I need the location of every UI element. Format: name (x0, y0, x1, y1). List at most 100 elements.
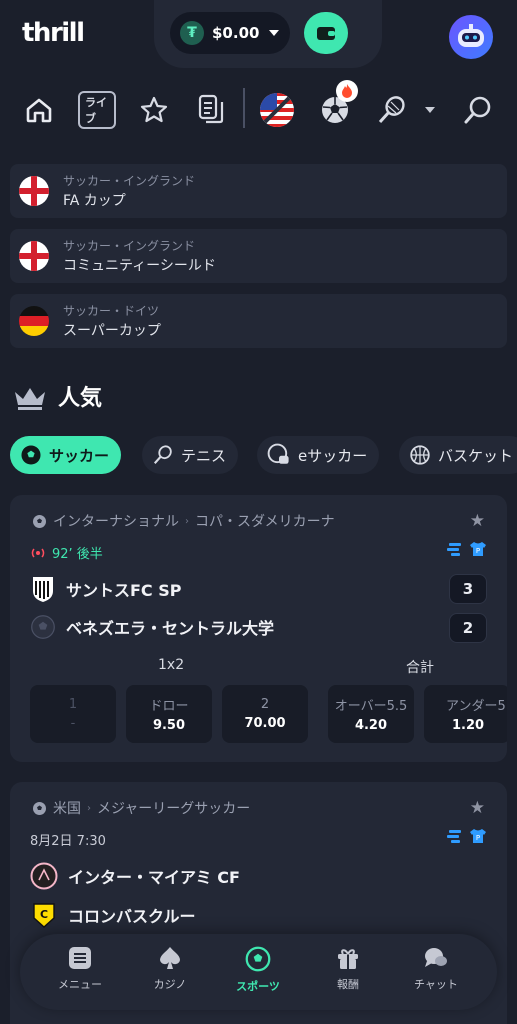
svg-text:C: C (40, 908, 48, 921)
stats-icon (447, 543, 461, 556)
sportsbook-page: thrill ₮ $0.00 ライブ サッカー・イングランド FA カップ サッ… (0, 0, 517, 1024)
breadcrumb-separator: › (185, 515, 189, 527)
bottom-nav-casino[interactable]: カジノ (130, 946, 210, 992)
bottom-nav: メニュー カジノ スポーツ 報酬 チャット (20, 934, 497, 1010)
match-status: 92’ 後半 (52, 547, 103, 562)
odds-button-away[interactable]: 2 70.00 (222, 685, 308, 743)
home-score: 3 (449, 574, 487, 604)
bottom-nav-chat[interactable]: チャット (396, 946, 476, 992)
gift-icon (338, 949, 358, 969)
sport-tab-label: テニス (181, 446, 227, 465)
soccer-ball-icon (33, 801, 46, 815)
nav-more-dropdown[interactable] (422, 92, 438, 128)
bottom-nav-label: 報酬 (337, 978, 359, 991)
competition-item[interactable]: サッカー・ドイツ スーパーカップ (10, 294, 507, 348)
germany-flag-icon (19, 306, 49, 336)
home-icon (26, 98, 52, 123)
home-team-name: インター・マイアミ CF (68, 868, 240, 887)
odds-label: アンダー5.5 (446, 699, 507, 714)
search-icon (464, 96, 491, 124)
menu-icon (69, 947, 91, 969)
england-flag-icon (19, 176, 49, 206)
bottom-nav-sports[interactable]: スポーツ (218, 946, 298, 994)
spade-icon (160, 947, 180, 969)
soccer-ball-icon (33, 514, 46, 528)
match-start-time: 8月2日 7:30 (30, 834, 106, 849)
match-league-header: インターナショナル › コパ・スダメリカーナ (32, 511, 335, 531)
odds-button-over[interactable]: オーバー5.5 4.20 (328, 685, 414, 743)
nav-divider (243, 88, 245, 128)
match-live-status: 92’ 後半 (30, 543, 103, 562)
odds-label: 2 (260, 697, 270, 712)
sport-tab-basketball[interactable]: バスケット (399, 436, 517, 474)
nav-home[interactable] (22, 92, 56, 128)
nav-live[interactable]: ライブ (78, 91, 116, 129)
bottom-nav-rewards[interactable]: 報酬 (308, 946, 388, 992)
odds-button-under[interactable]: アンダー5.5 1.20 (424, 685, 507, 743)
match-badges: P (447, 541, 487, 557)
odds-button-draw[interactable]: ドロー 9.50 (126, 685, 212, 743)
nav-search[interactable] (462, 92, 494, 128)
away-team: ベネズエラ・セントラル大学 (30, 614, 274, 640)
home-team: インター・マイアミ CF (30, 862, 240, 890)
thrill-logo[interactable]: thrill (22, 18, 85, 48)
market-label-total: 合計 (406, 660, 434, 676)
balance-amount: $0.00 (212, 24, 260, 42)
match-league: コパ・スダメリカーナ (195, 514, 335, 530)
competition-category: サッカー・イングランド (63, 174, 196, 188)
star-icon (140, 96, 168, 123)
match-league-header: 米国 › メジャーリーグサッカー (32, 798, 250, 818)
inter-miami-crest-icon (30, 862, 58, 890)
match-country: 米国 (53, 801, 81, 817)
nav-usa[interactable] (258, 92, 296, 128)
bottom-nav-label: チャット (414, 978, 458, 991)
wallet-button[interactable] (304, 12, 348, 54)
tether-icon: ₮ (180, 21, 204, 45)
competition-name: スーパーカップ (63, 323, 161, 339)
documents-icon (198, 94, 224, 124)
user-avatar[interactable] (449, 15, 493, 59)
sport-tab-soccer[interactable]: サッカー (10, 436, 122, 474)
team-placeholder-icon (31, 615, 55, 639)
away-team-name: ベネズエラ・セントラル大学 (66, 619, 275, 638)
odds-value: 70.00 (244, 716, 286, 731)
sports-nav: ライブ (0, 82, 517, 138)
live-signal-icon (31, 548, 45, 557)
fire-badge-icon (336, 80, 358, 102)
chat-icon (425, 948, 447, 967)
competition-name: コミュニティーシールド (63, 258, 216, 274)
nav-tennis[interactable] (374, 92, 410, 128)
sport-tab-esoccer[interactable]: eサッカー (257, 436, 380, 474)
jersey-icon: P (470, 829, 486, 843)
competition-item[interactable]: サッカー・イングランド コミュニティーシールド (10, 229, 507, 283)
away-team: C コロンバスクルー (30, 901, 196, 929)
balance-selector[interactable]: ₮ $0.00 (170, 12, 290, 54)
odds-value: - (70, 716, 76, 731)
competition-name: FA カップ (63, 193, 126, 209)
market-label-1x2: 1x2 (158, 657, 185, 673)
match-country: インターナショナル (53, 514, 179, 530)
favorite-star-icon[interactable]: ★ (470, 511, 485, 531)
top-bar: thrill ₮ $0.00 (0, 0, 517, 76)
tennis-icon (153, 445, 172, 464)
chevron-down-icon (425, 107, 435, 113)
sport-tab-tennis[interactable]: テニス (142, 436, 239, 474)
bottom-nav-menu[interactable]: メニュー (40, 946, 120, 992)
tennis-icon (378, 96, 405, 124)
odds-button-home[interactable]: 1 - (30, 685, 116, 743)
match-card[interactable]: インターナショナル › コパ・スダメリカーナ ★ 92’ 後半 P サントスFC… (10, 495, 507, 762)
competition-item[interactable]: サッカー・イングランド FA カップ (10, 164, 507, 218)
jersey-icon: P (470, 542, 486, 556)
nav-betslip[interactable] (196, 92, 226, 128)
bottom-nav-label: スポーツ (236, 980, 280, 993)
breadcrumb-separator: › (87, 802, 91, 814)
svg-text:P: P (476, 834, 480, 842)
favorite-star-icon[interactable]: ★ (470, 798, 485, 818)
sport-tab-label: バスケット (438, 446, 514, 465)
nav-favorites[interactable] (138, 92, 170, 128)
chevron-down-icon (269, 30, 280, 36)
england-flag-icon (19, 241, 49, 271)
bottom-nav-label: カジノ (153, 978, 187, 991)
wallet-icon (317, 27, 335, 40)
stats-icon (447, 830, 461, 843)
